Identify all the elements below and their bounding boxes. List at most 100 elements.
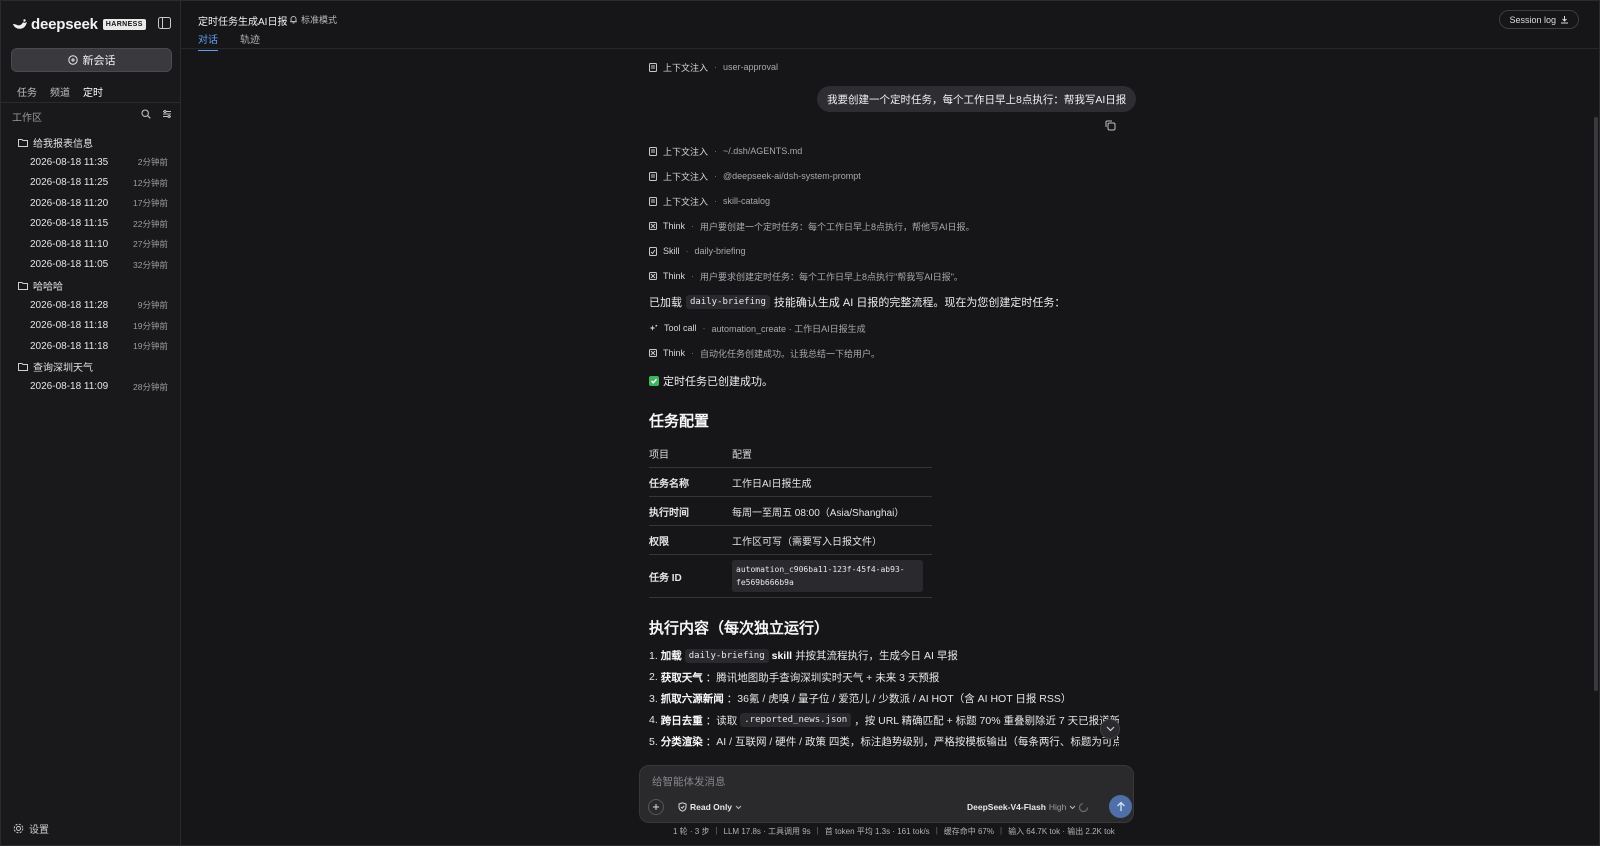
scrollbar-thumb[interactable] — [1594, 117, 1598, 691]
folder-item[interactable]: 哈哈哈 — [0, 275, 180, 295]
session-item[interactable]: 2026-08-18 11:25 12分钟前 — [0, 173, 180, 194]
table-row: 执行时间 每周一至周五 08:00（Asia/Shanghai） — [649, 496, 932, 526]
separator-dot: · — [691, 221, 695, 231]
download-icon — [1561, 16, 1568, 24]
sidebar-tabs: 任务 频道 定时 — [17, 84, 103, 103]
table-header-cell: 配置 — [732, 439, 932, 468]
session-time: 2026-08-18 11:15 — [30, 218, 109, 230]
chevron-down-icon — [1106, 726, 1114, 732]
folder-item[interactable]: 给我报表信息 — [0, 132, 180, 152]
step-text: ：读取 — [705, 714, 738, 727]
task-id-code[interactable]: automation_c906ba11-123f-45f4-ab93-fe569… — [732, 560, 923, 592]
brain-icon — [649, 349, 657, 357]
send-button[interactable] — [1109, 795, 1132, 818]
event-detail: @deepseek-ai/dsh-system-prompt — [723, 171, 861, 181]
inline-code: daily-briefing — [684, 648, 769, 663]
event-detail: daily-briefing — [694, 246, 746, 256]
table-row: 权限 工作区可写（需要写入日报文件） — [649, 525, 932, 555]
loading-spinner-icon — [1078, 802, 1089, 813]
inline-code: daily-briefing — [686, 295, 770, 309]
session-item[interactable]: 2026-08-18 11:18 19分钟前 — [0, 336, 180, 357]
step-bold: 分类渲染 — [660, 736, 703, 749]
settings-button[interactable]: 设置 — [13, 821, 49, 836]
session-item[interactable]: 2026-08-18 11:28 9分钟前 — [0, 295, 180, 316]
model-selector[interactable]: DeepSeek-V4-Flash High — [967, 802, 1076, 812]
attach-button[interactable] — [648, 799, 664, 815]
plus-circle-icon — [67, 55, 78, 65]
event-kind: 上下文注入 — [663, 196, 709, 207]
bell-icon — [290, 16, 297, 24]
plus-icon — [653, 804, 659, 810]
list-item: 3. 抓取六源新闻 ：36氪 / 虎嗅 / 量子位 / 爱范儿 / 少数派 / A… — [649, 688, 1119, 710]
step-bold: 加载 — [660, 650, 682, 663]
brand-name: deepseek — [31, 15, 98, 33]
context-inject-event[interactable]: 上下文注入 · user-approval — [649, 60, 778, 74]
context-inject-event[interactable]: 上下文注入 · @deepseek-ai/dsh-system-prompt — [649, 169, 861, 183]
step-number: 4. — [649, 714, 658, 727]
tool-call-event[interactable]: Tool call · automation_create · 工作日AI日报生成 — [649, 321, 866, 335]
session-time: 2026-08-18 11:09 — [30, 381, 109, 393]
sidebar-tab-scheduled[interactable]: 定时 — [83, 84, 103, 103]
page-title: 定时任务生成AI日报 — [198, 17, 288, 28]
inline-code: .reported_news.json — [740, 713, 852, 728]
session-item[interactable]: 2026-08-18 11:10 27分钟前 — [0, 234, 180, 255]
user-message: 我要创建一个定时任务，每个工作日早上8点执行：帮我写AI日报 — [817, 86, 1137, 112]
message-input[interactable] — [650, 772, 1124, 792]
separator: | — [816, 826, 819, 835]
session-ago: 12分钟前 — [133, 177, 168, 188]
config-table: 项目 配置 任务名称 工作日AI日报生成 执行时间 每周一至周五 08:00（A… — [649, 439, 932, 598]
event-kind: Skill — [663, 246, 680, 256]
separator-dot: · — [691, 271, 695, 281]
mode-badge[interactable]: 标准模式 — [289, 13, 337, 26]
session-item[interactable]: 2026-08-18 11:09 28分钟前 — [0, 377, 180, 398]
success-text: 定时任务已创建成功。 — [663, 376, 773, 388]
think-event[interactable]: Think · 用户要创建一个定时任务：每个工作日早上8点执行，帮他写AI日报。 — [649, 219, 975, 233]
context-inject-event[interactable]: 上下文注入 · ~/.dsh/AGENTS.md — [649, 144, 802, 158]
session-time: 2026-08-18 11:05 — [30, 259, 109, 271]
brand-logo[interactable]: deepseek HARNESS — [12, 15, 146, 33]
step-text: ，按 URL 精确匹配 + 标题 70% 重叠剔除近 7 天已报道新闻 — [854, 714, 1119, 727]
session-item[interactable]: 2026-08-18 11:18 19分钟前 — [0, 316, 180, 337]
step-text: ：AI / 互联网 / 硬件 / 政策 四类，标注趋势级别，严格按模板输出（每条… — [705, 736, 1119, 749]
brain-icon — [649, 222, 657, 230]
skill-event[interactable]: Skill · daily-briefing — [649, 244, 746, 258]
tab-trace[interactable]: 轨迹 — [240, 31, 260, 51]
session-item[interactable]: 2026-08-18 11:15 22分钟前 — [0, 214, 180, 235]
chat-area[interactable]: 上下文注入 · user-approval 我要创建一个定时任务，每个工作日早上8点… — [181, 49, 1600, 765]
document-icon — [649, 62, 657, 72]
session-log-button[interactable]: Session log — [1499, 10, 1579, 29]
folder-item[interactable]: 查询深圳天气 — [0, 357, 180, 377]
arrow-up-icon — [1116, 801, 1125, 811]
scroll-to-bottom-button[interactable] — [1100, 719, 1120, 739]
filter-icon[interactable] — [162, 109, 172, 119]
session-ago: 9分钟前 — [137, 300, 168, 311]
session-time: 2026-08-18 11:35 — [30, 156, 109, 168]
event-kind: Think — [663, 348, 686, 358]
step-text: ：36氪 / 虎嗅 / 量子位 / 爱范儿 / 少数派 / AI HOT（含 A… — [726, 693, 1072, 706]
separator-dot: · — [714, 171, 718, 181]
copy-icon[interactable] — [1105, 120, 1116, 131]
table-key: 权限 — [649, 525, 732, 555]
sidebar-tab-channels[interactable]: 频道 — [50, 84, 70, 103]
table-value: automation_c906ba11-123f-45f4-ab93-fe569… — [732, 554, 932, 598]
session-item[interactable]: 2026-08-18 11:35 2分钟前 — [0, 152, 180, 173]
search-icon[interactable] — [141, 109, 151, 119]
step-bold: 跨日去重 — [660, 714, 703, 727]
context-inject-event[interactable]: 上下文注入 · skill-catalog — [649, 194, 770, 208]
separator-dot: · — [691, 348, 695, 358]
tab-conversation[interactable]: 对话 — [198, 31, 218, 51]
session-item[interactable]: 2026-08-18 11:20 17分钟前 — [0, 193, 180, 214]
session-ago: 32分钟前 — [133, 259, 168, 270]
sidebar-collapse-icon[interactable] — [158, 17, 171, 29]
think-event[interactable]: Think · 自动化任务创建成功。让我总结一下给用户。 — [649, 346, 880, 360]
session-item[interactable]: 2026-08-18 11:05 32分钟前 — [0, 255, 180, 276]
separator: | — [935, 826, 938, 835]
chevron-down-icon — [1070, 805, 1076, 809]
permission-dropdown[interactable]: Read Only — [678, 802, 742, 812]
checkmark-icon — [649, 376, 659, 386]
sidebar-tab-tasks[interactable]: 任务 — [17, 84, 37, 103]
think-event[interactable]: Think · 用户要求创建定时任务：每个工作日早上8点执行"帮我写AI日报"。 — [649, 269, 963, 283]
separator-dot: · — [685, 246, 689, 256]
new-chat-button[interactable]: 新会话 — [11, 48, 172, 72]
session-time: 2026-08-18 11:25 — [30, 177, 109, 189]
